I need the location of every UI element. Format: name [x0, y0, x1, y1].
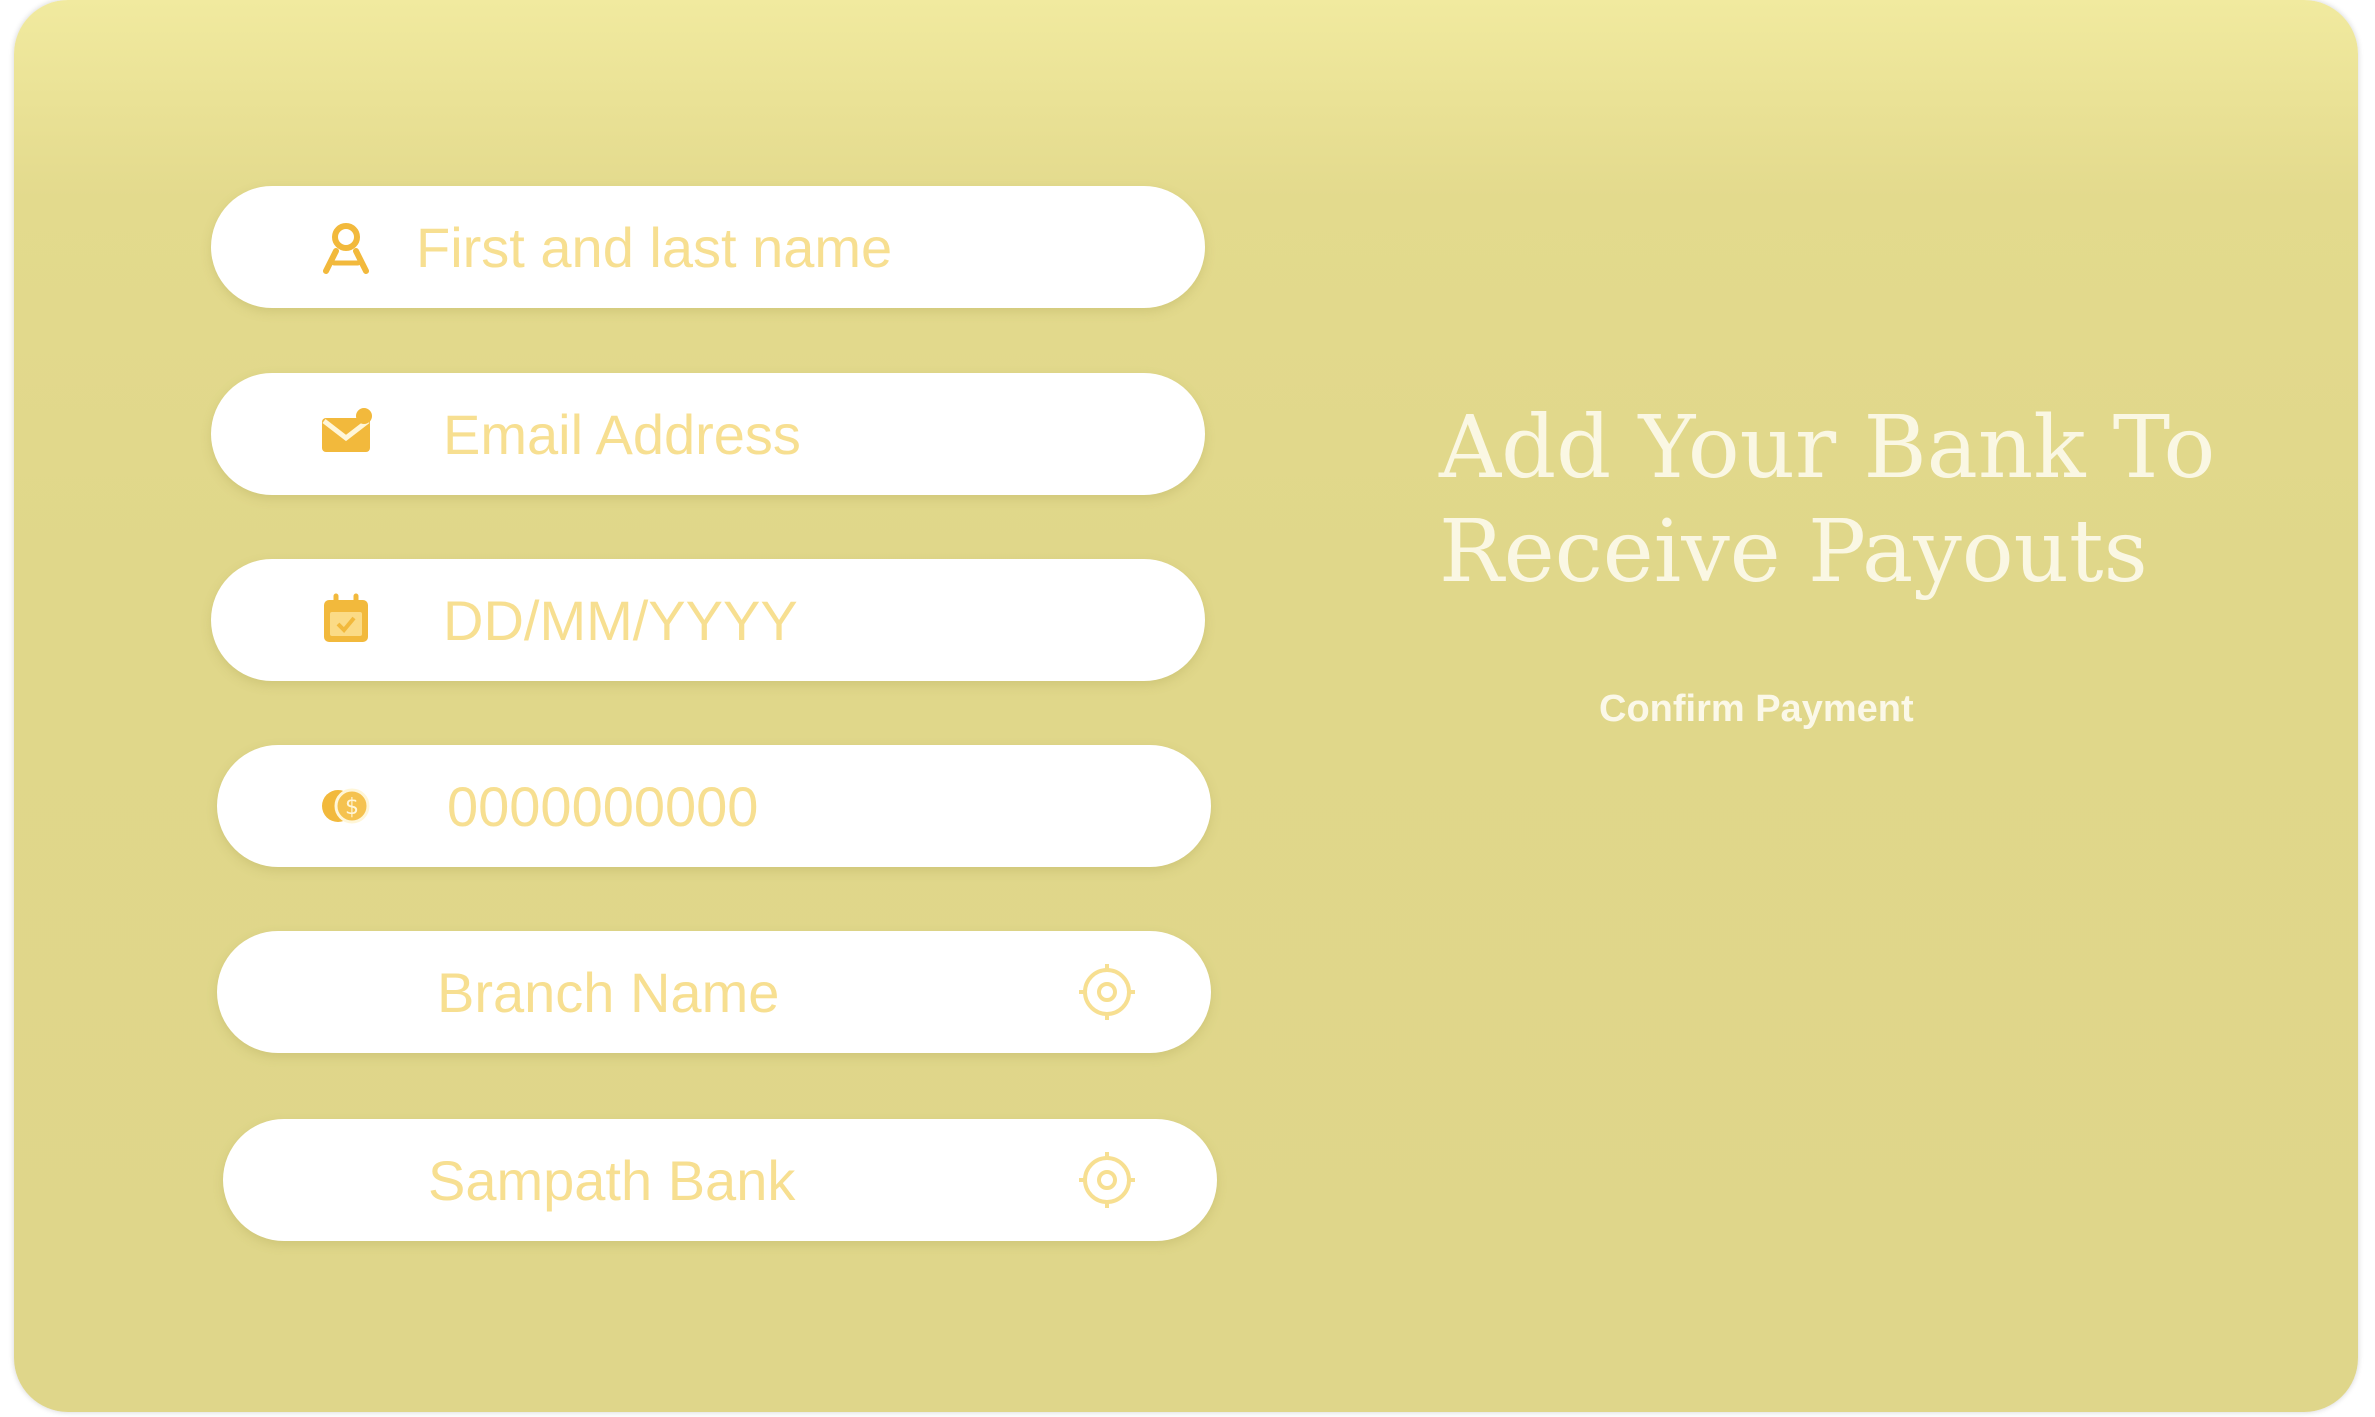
bank-field-container	[223, 1119, 1217, 1241]
email-field-container	[211, 373, 1205, 495]
account-field-container: $	[217, 745, 1211, 867]
payout-card: $ Add Your Bank To Receive Payouts Confi…	[14, 0, 2358, 1412]
location-icon	[1079, 1152, 1135, 1208]
name-input[interactable]	[416, 186, 1156, 308]
title-line-1: Add Your Bank To	[1439, 398, 2216, 498]
name-field-container	[211, 186, 1205, 308]
date-input[interactable]	[443, 559, 1153, 681]
svg-text:$: $	[345, 795, 359, 820]
coins-icon: $	[322, 788, 370, 824]
branch-name-input[interactable]	[437, 931, 977, 1053]
title-line-2: Receive Payouts	[1439, 502, 2148, 602]
branch-field-container	[217, 931, 1211, 1053]
date-field-container	[211, 559, 1205, 681]
calendar-icon	[324, 593, 368, 642]
confirm-payment-button[interactable]: Confirm Payment	[1599, 688, 1914, 731]
envelope-icon	[322, 408, 372, 452]
user-icon	[323, 223, 369, 274]
page-title: Add Your Bank To Receive Payouts	[1439, 396, 2319, 604]
email-input[interactable]	[443, 373, 1153, 495]
location-icon	[1079, 964, 1135, 1020]
bank-name-input[interactable]	[428, 1119, 988, 1241]
account-number-input[interactable]	[447, 745, 1157, 867]
